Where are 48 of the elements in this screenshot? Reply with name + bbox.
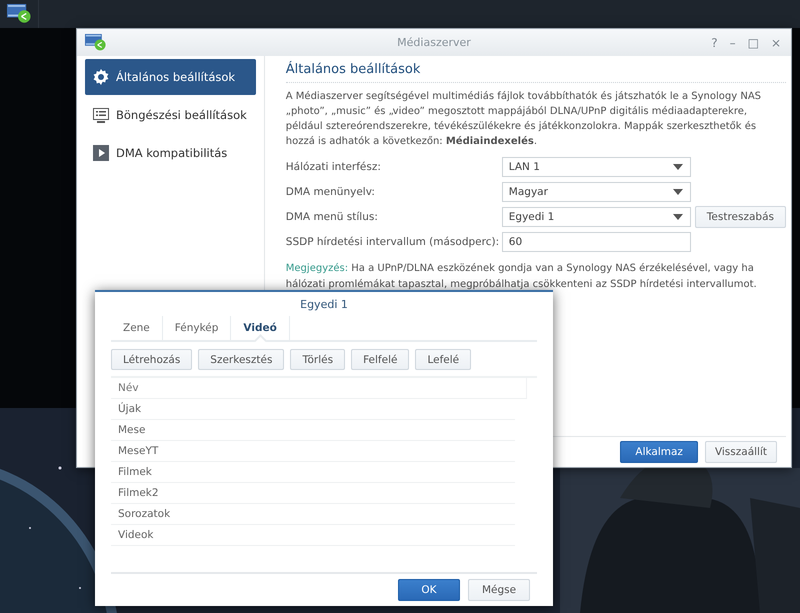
film-share-icon [85, 34, 106, 51]
reset-button[interactable]: Visszaállít [704, 441, 777, 463]
table-cell[interactable]: Újak [111, 399, 515, 420]
dropdown-arrow-icon [672, 214, 683, 220]
dropdown-arrow-icon [672, 188, 683, 194]
column-header[interactable]: Név [111, 378, 527, 399]
table-cell[interactable]: MeseYT [111, 441, 515, 462]
toolbar-button[interactable]: Szerkesztés [198, 349, 284, 370]
table-cell[interactable]: Mese [111, 420, 515, 441]
play-icon [93, 145, 109, 161]
tab[interactable]: Zene [111, 316, 163, 340]
gear-icon [93, 69, 109, 85]
ok-button[interactable]: OK [398, 579, 460, 601]
cancel-button[interactable]: Mégse [468, 579, 530, 601]
input-field[interactable]: 60 [502, 232, 691, 252]
field-label: DMA menü stílus: [286, 210, 379, 222]
tab[interactable]: Videó [231, 316, 290, 340]
description-text: A Médiaszerver segítségével multimédiás fájlok továbbíthatók és játszhatók le a Synology NAS „photo”, „music” és „video” megosztott mappájából DLNA/UPnP digitális médiaadapterekre, például sztereórendszerekre, tévékészülékekre és játékkonzolokra. Mappák szerkeszthetők és hozzá is adhatók a következőn: Médiaindexelés. [286, 90, 762, 149]
dropdown-field[interactable]: Egyedi 1 [502, 206, 691, 226]
toolbar-button[interactable]: Törlés [290, 349, 346, 370]
film-share-icon [7, 4, 31, 24]
apply-button[interactable]: Alkalmaz [620, 441, 698, 463]
toolbar-button[interactable]: Létrehozás [111, 349, 192, 370]
sidebar-item-label: Általános beállítások [116, 70, 236, 84]
table-cell[interactable]: Sorozatok [111, 504, 515, 525]
sidebar-item-label: DMA kompatibilitás [116, 146, 228, 160]
field-label: SSDP hírdetési intervallum (másodperc): [286, 236, 500, 248]
sidebar-item[interactable]: Általános beállítások [85, 59, 256, 95]
table-cell[interactable]: Filmek2 [111, 483, 515, 504]
table-cell[interactable]: Filmek [111, 462, 515, 483]
sidebar-item-label: Böngészési beállítások [116, 108, 247, 122]
dropdown-field[interactable]: Magyar [502, 182, 691, 202]
window-title: Médiaszerver [397, 36, 471, 49]
sidebar-item[interactable]: DMA kompatibilitás [85, 135, 256, 171]
field-label: Hálózati interfész: [286, 160, 382, 172]
dialog-title: Egyedi 1 [300, 298, 348, 310]
table-cell[interactable]: Videok [111, 525, 515, 546]
field-label: DMA menünyelv: [286, 186, 376, 198]
list-icon [93, 108, 109, 122]
toolbar-button[interactable]: Lefelé [415, 349, 472, 370]
customize-button[interactable]: Testreszabás [694, 206, 786, 228]
tab[interactable]: Fénykép [162, 316, 232, 340]
dropdown-arrow-icon [672, 164, 683, 170]
sidebar-item[interactable]: Böngészési beállítások [85, 97, 256, 133]
section-heading: Általános beállítások [286, 60, 786, 83]
note-text: Megjegyzés: Ha a UPnP/DLNA eszközének gondja van a Synology NAS érzékelésével, vagy ha hálózati promlémákat tapasztal, megpróbálhatja csökkenteni az SSDP hírdetési intervallumot. [286, 262, 758, 292]
toolbar-button[interactable]: Felfelé [351, 349, 410, 370]
dropdown-field[interactable]: LAN 1 [502, 156, 691, 176]
